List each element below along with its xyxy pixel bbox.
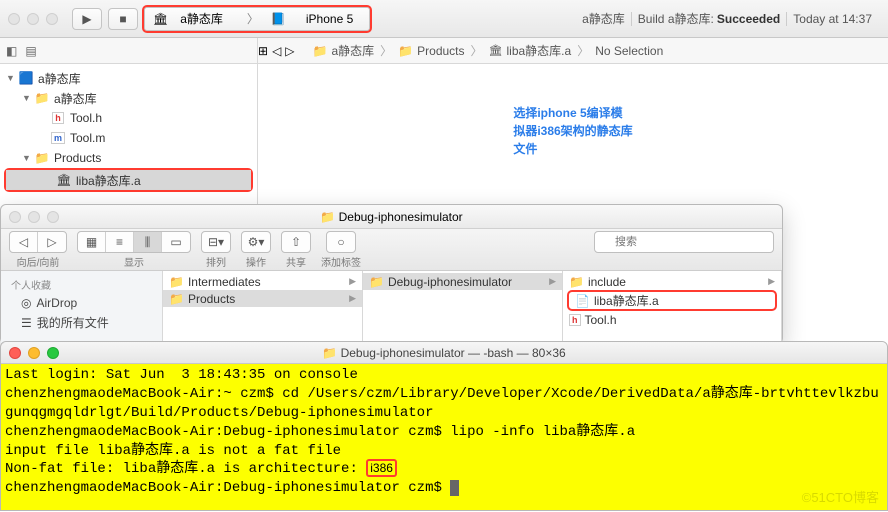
sidebar-header: 个人收藏 bbox=[1, 275, 162, 294]
window-controls bbox=[8, 13, 58, 25]
max-dot[interactable] bbox=[46, 13, 58, 25]
finder-window: 📁 Debug-iphonesimulator ◁▷ 向后/向前 ▦≡⫼▭ 显示… bbox=[0, 204, 783, 344]
arrange-button[interactable]: ⊟▾ bbox=[202, 232, 230, 252]
back-icon[interactable]: ◁ bbox=[272, 44, 281, 58]
min-dot[interactable] bbox=[28, 347, 40, 359]
finder-column-2[interactable]: 📁 Debug-iphonesimulator▶ bbox=[363, 271, 563, 343]
scheme-device[interactable]: 📘 iPhone 5 bbox=[255, 12, 369, 26]
project-navigator[interactable]: ▼🟦a静态库▼📁a静态库hTool.hmTool.m▼📁Products🏛lib… bbox=[0, 64, 258, 224]
editor-area: 选择iphone 5编译模 拟器i386架构的静态库 文件 bbox=[258, 64, 888, 224]
tags-group: ○ 添加标签 bbox=[321, 231, 361, 269]
tags-button[interactable]: ○ bbox=[327, 232, 355, 252]
annotation-text: 选择iphone 5编译模 拟器i386架构的静态库 文件 bbox=[513, 104, 632, 158]
folder-icon: 📁 bbox=[322, 346, 337, 360]
build-status: a静态库Build a静态库: SucceededToday at 14:37 bbox=[582, 10, 880, 27]
scheme-project[interactable]: 🏛 a静态库 bbox=[145, 10, 239, 27]
gallery-view[interactable]: ▭ bbox=[162, 232, 190, 252]
view-group: ▦≡⫼▭ 显示 bbox=[77, 231, 191, 269]
list-item[interactable]: h Tool.h bbox=[563, 311, 781, 328]
grid-icon[interactable]: ⊞ bbox=[258, 44, 268, 58]
finder-column-3[interactable]: 📁 include▶ 📄 liba静态库.a h Tool.h bbox=[563, 271, 782, 343]
fwd-button[interactable]: ▷ bbox=[38, 232, 66, 252]
terminal-titlebar: 📁 Debug-iphonesimulator — -bash — 80×36 bbox=[1, 342, 887, 364]
scheme-sep: 〉 bbox=[239, 10, 255, 27]
finder-column-1[interactable]: 📁 Intermediates▶📁 Products▶ bbox=[163, 271, 363, 343]
tree-row[interactable]: mTool.m bbox=[0, 128, 257, 148]
share-button[interactable]: ⇧ bbox=[282, 232, 310, 252]
max-dot[interactable] bbox=[47, 347, 59, 359]
tree-row[interactable]: 🏛liba静态库.a bbox=[6, 170, 251, 190]
finder-body: 个人收藏 ◎ AirDrop ☰ 我的所有文件 📁 Intermediates▶… bbox=[1, 271, 782, 343]
terminal-window: 📁 Debug-iphonesimulator — -bash — 80×36 … bbox=[0, 341, 888, 511]
scheme-selector[interactable]: 🏛 a静态库 〉 📘 iPhone 5 bbox=[144, 7, 370, 31]
run-button[interactable]: ▶ bbox=[72, 8, 102, 30]
share-group: ⇧ 共享 bbox=[281, 231, 311, 269]
list-item[interactable]: 📁 include▶ bbox=[563, 273, 781, 290]
terminal-title: Debug-iphonesimulator — -bash — 80×36 bbox=[341, 346, 566, 360]
search-input[interactable] bbox=[594, 231, 774, 253]
tree-row[interactable]: hTool.h bbox=[0, 108, 257, 128]
close-dot[interactable] bbox=[8, 13, 20, 25]
column-browser: 📁 Intermediates▶📁 Products▶ 📁 Debug-ipho… bbox=[163, 271, 782, 343]
xcode-window: ▶ ■ 🏛 a静态库 〉 📘 iPhone 5 a静态库Build a静态库: … bbox=[0, 0, 888, 224]
finder-titlebar: 📁 Debug-iphonesimulator bbox=[1, 205, 782, 229]
finder-toolbar: ◁▷ 向后/向前 ▦≡⫼▭ 显示 ⊟▾ 排列 ⚙▾ 操作 ⇧ 共享 ○ 添加标签 bbox=[1, 229, 782, 271]
max-dot[interactable] bbox=[47, 211, 59, 223]
sidebar-item-allfiles[interactable]: ☰ 我的所有文件 bbox=[1, 312, 162, 333]
finder-title: Debug-iphonesimulator bbox=[339, 210, 463, 224]
list-item[interactable]: 📁 Intermediates▶ bbox=[163, 273, 362, 290]
min-dot[interactable] bbox=[27, 13, 39, 25]
search-group bbox=[594, 231, 774, 253]
tree-row[interactable]: ▼🟦a静态库 bbox=[0, 68, 257, 88]
folder-icon: 📁 bbox=[320, 210, 335, 224]
action-button[interactable]: ⚙▾ bbox=[242, 232, 270, 252]
close-dot[interactable] bbox=[9, 211, 21, 223]
close-dot[interactable] bbox=[9, 347, 21, 359]
stop-button[interactable]: ■ bbox=[108, 8, 138, 30]
hide-nav-icon[interactable]: ◧ bbox=[6, 44, 17, 58]
jump-bar: ◧ ▤ ⊞ ◁ ▷ 📁a静态库〉 📁Products〉 🏛liba静态库.a〉 … bbox=[0, 38, 888, 64]
editor-view-icons: ⊞ ◁ ▷ bbox=[258, 44, 295, 58]
list-item[interactable]: 📄 liba静态库.a bbox=[569, 292, 775, 309]
min-dot[interactable] bbox=[28, 211, 40, 223]
nav-tab-icon[interactable]: ▤ bbox=[25, 44, 36, 58]
list-item[interactable]: 📁 Products▶ bbox=[163, 290, 362, 307]
column-view[interactable]: ⫼ bbox=[134, 232, 162, 252]
tree-row[interactable]: ▼📁Products bbox=[0, 148, 257, 168]
navigator-tab-bar: ◧ ▤ bbox=[0, 38, 258, 63]
list-view[interactable]: ≡ bbox=[106, 232, 134, 252]
tree-row[interactable]: ▼📁a静态库 bbox=[0, 88, 257, 108]
sidebar-item-airdrop[interactable]: ◎ AirDrop bbox=[1, 294, 162, 312]
arrange-group: ⊟▾ 排列 bbox=[201, 231, 231, 269]
action-group: ⚙▾ 操作 bbox=[241, 231, 271, 269]
xcode-body: ▼🟦a静态库▼📁a静态库hTool.hmTool.m▼📁Products🏛lib… bbox=[0, 64, 888, 224]
fwd-icon[interactable]: ▷ bbox=[285, 44, 294, 58]
terminal-output[interactable]: Last login: Sat Jun 3 18:43:35 on consol… bbox=[1, 364, 887, 510]
xcode-toolbar: ▶ ■ 🏛 a静态库 〉 📘 iPhone 5 a静态库Build a静态库: … bbox=[0, 0, 888, 38]
nav-group: ◁▷ 向后/向前 bbox=[9, 231, 67, 269]
finder-sidebar: 个人收藏 ◎ AirDrop ☰ 我的所有文件 bbox=[1, 271, 163, 343]
list-item[interactable]: 📁 Debug-iphonesimulator▶ bbox=[363, 273, 562, 290]
back-button[interactable]: ◁ bbox=[10, 232, 38, 252]
breadcrumb[interactable]: 📁a静态库〉 📁Products〉 🏛liba静态库.a〉 No Selecti… bbox=[305, 42, 672, 59]
icon-view[interactable]: ▦ bbox=[78, 232, 106, 252]
